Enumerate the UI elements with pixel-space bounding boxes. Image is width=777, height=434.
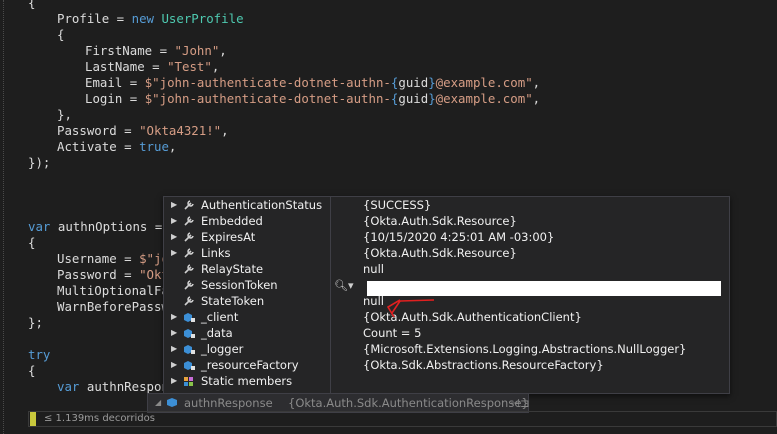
- code-line: FirstName = "John",: [85, 43, 227, 58]
- code-line: WarnBeforePasswo: [57, 299, 177, 314]
- code-line: },: [57, 107, 72, 122]
- code-line: try: [28, 347, 51, 362]
- code-line: {: [28, 235, 36, 250]
- code-line: Email = $"john-authenticate-dotnet-authn…: [85, 75, 541, 90]
- code-line: {: [28, 0, 36, 10]
- variable-name: authnResponse: [184, 396, 273, 410]
- code-line: Login = $"john-authenticate-dotnet-authn…: [85, 91, 541, 106]
- local-variable-icon: [167, 398, 177, 407]
- code-line: Username = $"joh: [57, 251, 177, 266]
- code-line: LastName = "Test",: [85, 59, 220, 74]
- datatip-root-row[interactable]: ◢ authnResponse {Okta.Auth.Sdk.Authentic…: [147, 393, 530, 413]
- code-line: Activate = true,: [57, 139, 177, 154]
- code-line: MultiOptionalFac: [57, 283, 177, 298]
- code-line: });: [28, 155, 51, 170]
- indent-guide: [3, 0, 5, 434]
- code-line: };: [28, 315, 43, 330]
- variable-type: {Okta.Auth.Sdk.AuthenticationResponse}: [288, 396, 529, 410]
- perf-tip[interactable]: ≤ 1.139ms decorridos: [28, 411, 155, 427]
- pin-icon[interactable]: ⊣⊐: [510, 394, 530, 412]
- code-line: var authnOptions = n: [28, 219, 177, 234]
- code-line: Profile = new UserProfile: [57, 11, 244, 26]
- code-line: Password = "Okta4321!",: [57, 123, 229, 138]
- code-line: Password = "Okta: [57, 267, 177, 282]
- datatip-popup[interactable]: ▶ AuthenticationStatus {SUCCESS} ▶ Embed…: [163, 196, 730, 394]
- red-annotation-arrow: [386, 299, 435, 318]
- code-line: {: [57, 27, 65, 42]
- expand-arrow-icon[interactable]: ◢: [155, 394, 161, 412]
- code-line: {: [28, 363, 36, 378]
